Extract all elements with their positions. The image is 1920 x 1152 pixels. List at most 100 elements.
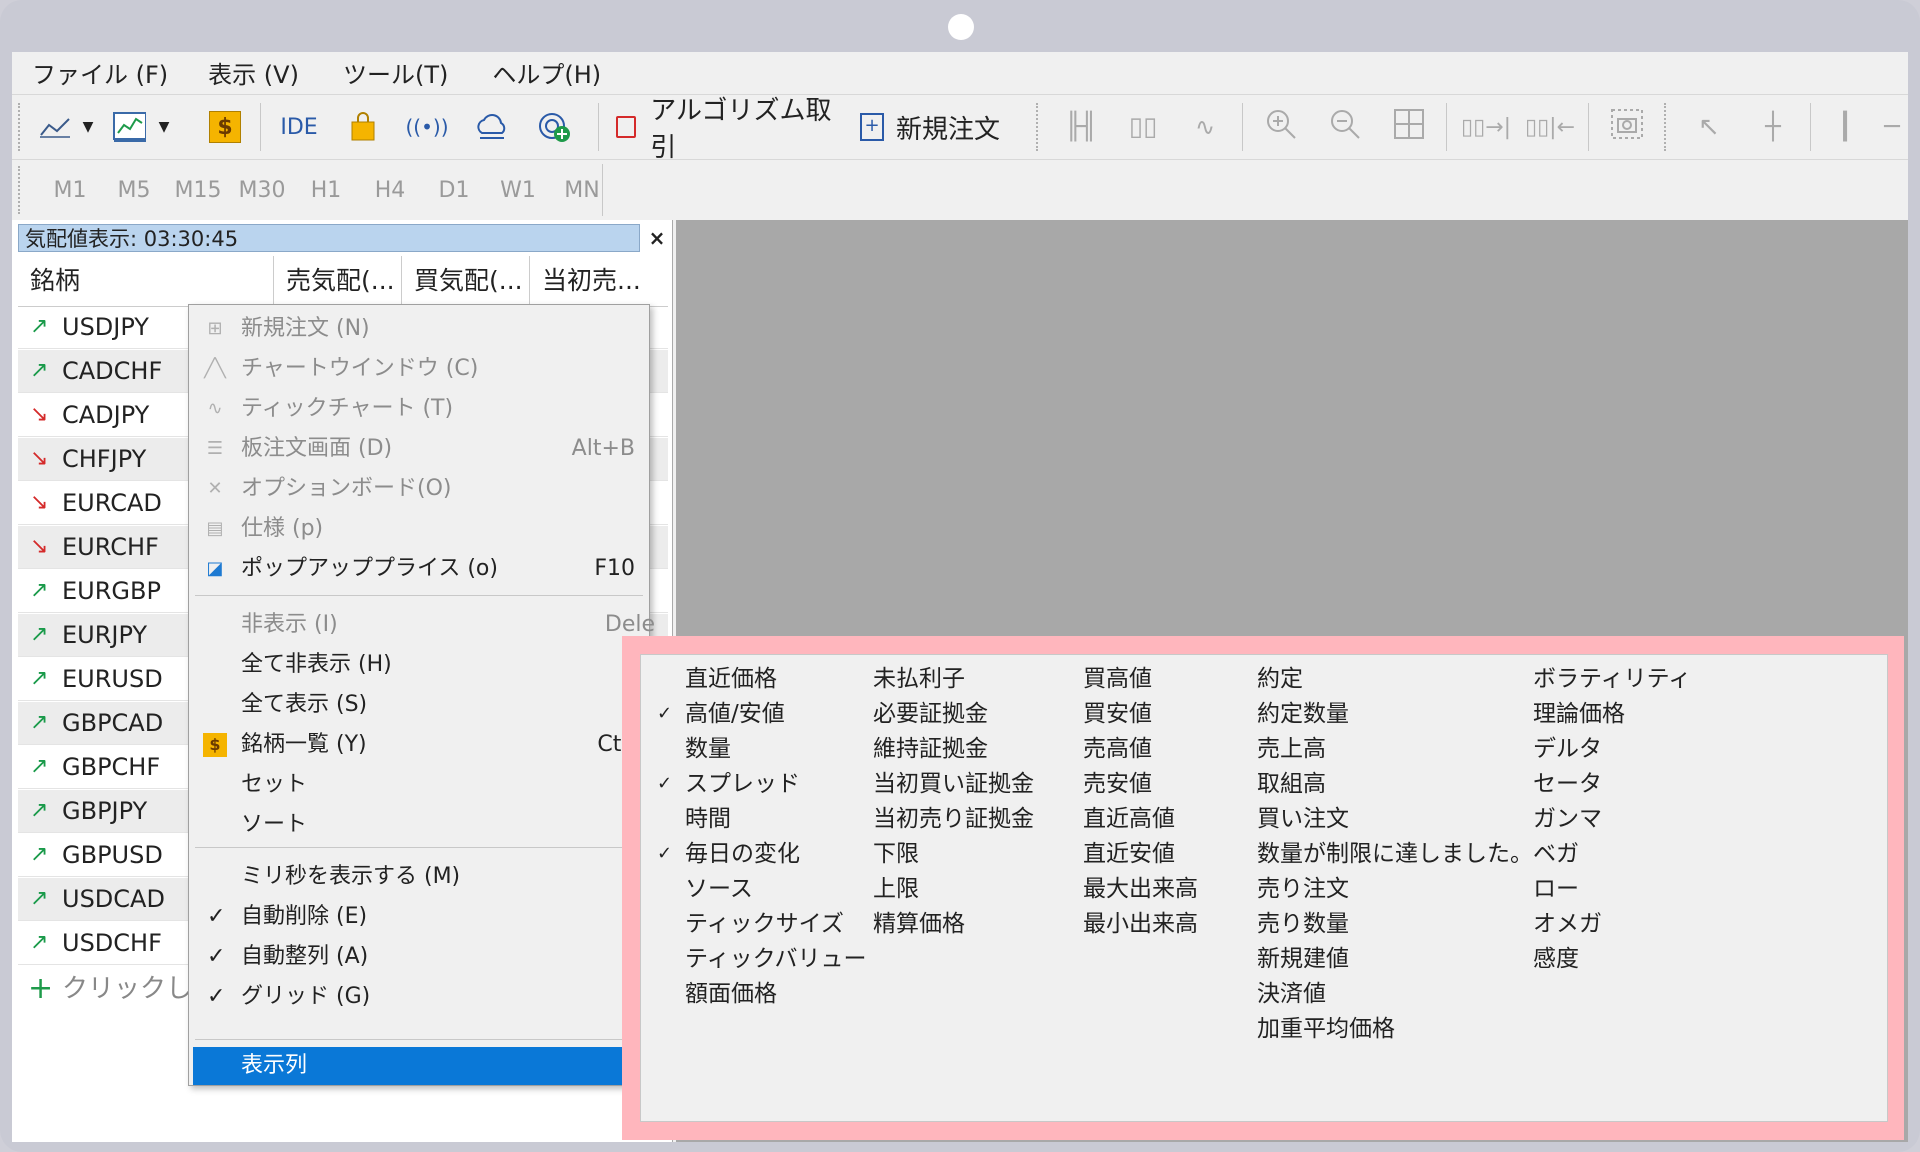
column-option[interactable]: ティックバリュー: [685, 941, 866, 977]
column-option[interactable]: 約定数量: [1257, 696, 1349, 732]
tf-m15[interactable]: M15: [166, 160, 230, 220]
column-header-symbol[interactable]: 銘柄: [18, 256, 274, 306]
column-header-ask[interactable]: 買気配(...: [402, 256, 530, 306]
new-order-button[interactable]: + 新規注文: [860, 95, 1030, 159]
column-header-bid[interactable]: 売気配(...: [274, 256, 402, 306]
chart-type-dropdown[interactable]: ▼: [78, 95, 98, 159]
column-option[interactable]: 感度: [1533, 941, 1579, 977]
vertical-line-button[interactable]: ┃: [1822, 95, 1868, 159]
column-option[interactable]: 取組高: [1257, 766, 1326, 802]
candle-chart-button[interactable]: ▯▯: [1118, 95, 1168, 159]
tf-d1[interactable]: D1: [422, 160, 486, 220]
menu-item[interactable]: セット: [189, 765, 649, 805]
menu-item[interactable]: 非表示 (I) Dele: [189, 605, 655, 645]
menu-item[interactable]: ☰ 板注文画面 (D) Alt+B: [189, 429, 649, 469]
signals-button[interactable]: ((•)): [406, 95, 449, 159]
menu-item[interactable]: $銘柄一覧 (Y)Ctrl+: [189, 725, 655, 765]
column-option[interactable]: 決済値: [1257, 976, 1326, 1012]
column-option[interactable]: 買高値: [1083, 661, 1152, 697]
column-option[interactable]: 毎日の変化: [685, 836, 800, 872]
menu-item[interactable]: ⊞ 新規注文 (N): [189, 309, 649, 349]
column-option[interactable]: 理論価格: [1533, 696, 1625, 732]
tf-mn[interactable]: MN: [550, 160, 614, 220]
column-option[interactable]: 売安値: [1083, 766, 1152, 802]
line-chart-button[interactable]: [32, 95, 78, 159]
column-option[interactable]: 数量: [685, 731, 731, 767]
menu-tools[interactable]: ツール(T): [343, 55, 448, 90]
tf-h1[interactable]: H1: [294, 160, 358, 220]
column-option[interactable]: スプレッド: [685, 766, 800, 802]
symbols-button[interactable]: $: [204, 95, 246, 159]
market-button[interactable]: [342, 95, 384, 159]
screenshot-button[interactable]: [1602, 95, 1652, 159]
column-option[interactable]: 直近安値: [1083, 836, 1175, 872]
zoom-in-button[interactable]: [1256, 95, 1306, 159]
column-option[interactable]: オメガ: [1533, 906, 1602, 942]
indicators-button[interactable]: [104, 95, 154, 159]
column-option[interactable]: ボラティリティ: [1533, 661, 1691, 697]
menu-item[interactable]: 全て表示 (S): [189, 685, 649, 725]
column-option[interactable]: 未払利子: [873, 661, 965, 697]
ide-button[interactable]: IDE: [274, 95, 324, 159]
column-option[interactable]: 直近高値: [1083, 801, 1175, 837]
toolbar-grip[interactable]: [18, 103, 24, 151]
close-icon[interactable]: ×: [646, 224, 668, 252]
tf-m5[interactable]: M5: [102, 160, 166, 220]
tf-m30[interactable]: M30: [230, 160, 294, 220]
tile-windows-button[interactable]: [1384, 95, 1434, 159]
menu-item-columns[interactable]: 表示列: [193, 1047, 645, 1085]
column-option[interactable]: 当初買い証拠金: [873, 766, 1034, 802]
menu-item[interactable]: ╱╲ チャートウインドウ (C): [189, 349, 649, 389]
chart-shift-button[interactable]: ▯▯|←: [1522, 95, 1578, 159]
tf-m1[interactable]: M1: [38, 160, 102, 220]
menu-help[interactable]: ヘルプ(H): [492, 55, 601, 90]
menu-item[interactable]: ソート: [189, 805, 649, 845]
column-option[interactable]: 必要証拠金: [873, 696, 988, 732]
line-mode-button[interactable]: ∿: [1180, 95, 1230, 159]
zoom-out-button[interactable]: [1320, 95, 1370, 159]
column-option[interactable]: ソース: [685, 871, 753, 907]
radar-button[interactable]: [534, 95, 576, 159]
indicators-dropdown[interactable]: ▼: [154, 95, 174, 159]
tf-h4[interactable]: H4: [358, 160, 422, 220]
menu-item[interactable]: ✓ グリッド (G): [189, 977, 649, 1017]
column-option[interactable]: 売り注文: [1257, 871, 1349, 907]
menu-item[interactable]: ▤ 仕様 (p): [189, 509, 649, 549]
column-option[interactable]: 下限: [873, 836, 919, 872]
column-option[interactable]: 加重平均価格: [1257, 1011, 1395, 1047]
column-option[interactable]: 時間: [685, 801, 731, 837]
menu-item[interactable]: ✓ 自動削除 (E): [189, 897, 649, 937]
vps-button[interactable]: [470, 95, 512, 159]
column-option[interactable]: 直近価格: [685, 661, 777, 697]
crosshair-button[interactable]: ┼: [1748, 95, 1798, 159]
column-option[interactable]: セータ: [1533, 766, 1602, 802]
menu-item[interactable]: 全て非表示 (H): [189, 645, 649, 685]
column-option[interactable]: 買い注文: [1257, 801, 1349, 837]
column-option[interactable]: 売高値: [1083, 731, 1152, 767]
column-option[interactable]: 売り数量: [1257, 906, 1349, 942]
algo-trading-button[interactable]: アルゴリズム取引: [616, 95, 838, 163]
cursor-button[interactable]: ↖: [1684, 95, 1734, 159]
column-option[interactable]: ティックサイズ: [685, 906, 844, 942]
column-option[interactable]: 最大出来高: [1083, 871, 1198, 907]
menu-view[interactable]: 表示 (V): [208, 55, 299, 90]
column-option[interactable]: 最小出来高: [1083, 906, 1198, 942]
column-option[interactable]: 精算価格: [873, 906, 965, 942]
menu-item[interactable]: ◪ ポップアッププライス (o) F10: [189, 549, 649, 589]
column-option[interactable]: 新規建値: [1257, 941, 1349, 977]
horizontal-line-button[interactable]: ─: [1876, 95, 1908, 159]
tf-w1[interactable]: W1: [486, 160, 550, 220]
column-option[interactable]: デルタ: [1533, 731, 1602, 767]
menu-item[interactable]: ✕ オプションボード(O): [189, 469, 649, 509]
column-option[interactable]: ロー: [1533, 871, 1579, 907]
menu-item[interactable]: ✓ 自動整列 (A): [189, 937, 649, 977]
menu-item[interactable]: ∿ ティックチャート (T): [189, 389, 649, 429]
column-option[interactable]: ベガ: [1533, 836, 1579, 872]
menu-file[interactable]: ファイル (F): [32, 55, 168, 90]
column-option[interactable]: 約定: [1257, 661, 1303, 697]
column-option[interactable]: 上限: [873, 871, 919, 907]
column-option[interactable]: 売上高: [1257, 731, 1326, 767]
column-header-initial-sell[interactable]: 当初売...: [530, 256, 662, 306]
column-option[interactable]: 高値/安値: [685, 696, 785, 732]
column-option[interactable]: 維持証拠金: [873, 731, 988, 767]
